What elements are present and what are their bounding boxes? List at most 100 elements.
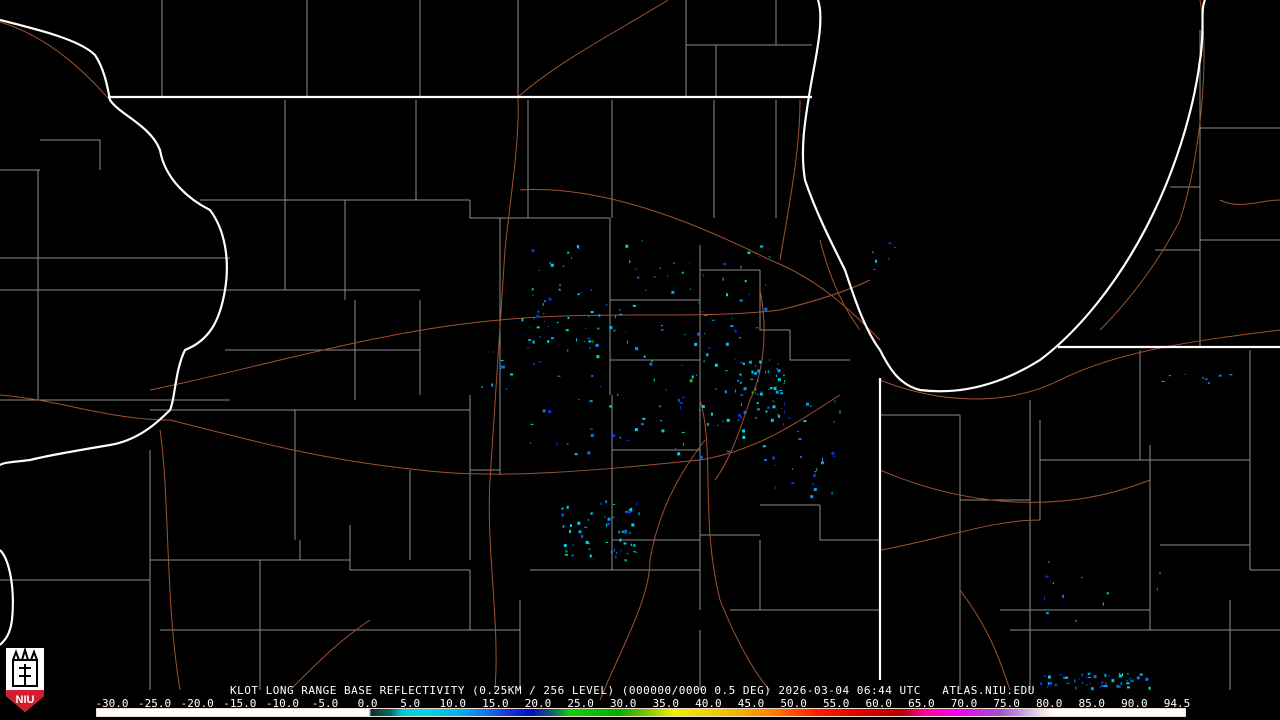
echo-pixel bbox=[681, 431, 685, 433]
echo-pixel bbox=[609, 356, 612, 358]
echo-pixel bbox=[707, 347, 711, 349]
echo-pixel bbox=[731, 317, 733, 319]
echo-pixel bbox=[740, 394, 743, 396]
echo-pixel bbox=[834, 400, 836, 403]
echo-pixel bbox=[536, 314, 540, 318]
echo-pixel bbox=[616, 551, 618, 554]
echo-pixel bbox=[722, 277, 724, 281]
radar-map[interactable] bbox=[0, 0, 1280, 720]
echo-pixel bbox=[1075, 686, 1077, 690]
echo-pixel bbox=[542, 303, 544, 307]
echo-pixel bbox=[621, 530, 624, 533]
echo-pixel bbox=[1044, 596, 1046, 600]
echo-pixel bbox=[510, 373, 514, 376]
echo-pixel bbox=[584, 526, 588, 528]
echo-pixel bbox=[873, 268, 876, 270]
echo-pixel bbox=[567, 251, 570, 254]
echo-pixel bbox=[531, 288, 534, 291]
echo-pixel bbox=[671, 290, 675, 294]
echo-pixel bbox=[833, 420, 835, 423]
echo-pixel bbox=[775, 374, 777, 377]
echo-pixel bbox=[703, 360, 705, 363]
echo-pixel bbox=[894, 246, 896, 248]
echo-pixel bbox=[595, 343, 599, 347]
echo-pixel bbox=[502, 365, 505, 369]
echo-pixel bbox=[531, 249, 535, 253]
echo-pixel bbox=[1090, 687, 1094, 691]
echo-pixel bbox=[747, 251, 751, 254]
echo-pixel bbox=[577, 521, 581, 525]
echo-pixel bbox=[589, 400, 593, 403]
echo-pixel bbox=[1054, 684, 1058, 686]
echo-pixel bbox=[734, 329, 737, 333]
echo-pixel bbox=[1126, 682, 1130, 685]
echo-pixel bbox=[625, 331, 627, 333]
echo-pixel bbox=[791, 482, 795, 485]
echo-pixel bbox=[1106, 592, 1109, 595]
echo-pixel bbox=[739, 381, 742, 384]
echo-pixel bbox=[1218, 374, 1222, 377]
echo-pixel bbox=[738, 337, 741, 339]
echo-pixel bbox=[544, 320, 546, 322]
echo-pixel bbox=[649, 362, 653, 366]
echo-pixel bbox=[779, 389, 783, 391]
echo-pixel bbox=[1089, 683, 1091, 685]
echo-pixel bbox=[532, 340, 535, 344]
radar-map-view: KLOT LONG RANGE BASE REFLECTIVITY (0.25K… bbox=[0, 0, 1280, 720]
echo-pixel bbox=[653, 276, 656, 278]
echo-pixel bbox=[761, 391, 763, 393]
echo-pixel bbox=[768, 248, 770, 250]
echo-pixel bbox=[711, 319, 715, 321]
echo-pixel bbox=[550, 337, 554, 340]
echo-pixel bbox=[813, 488, 817, 492]
echo-pixel bbox=[528, 338, 532, 341]
echo-pixel bbox=[505, 388, 508, 390]
echo-pixel bbox=[739, 373, 742, 376]
echo-pixel bbox=[599, 385, 601, 388]
echo-pixel bbox=[777, 413, 779, 415]
echo-pixel bbox=[755, 392, 757, 395]
echo-pixel bbox=[606, 523, 608, 527]
echo-pixel bbox=[588, 548, 591, 550]
echo-pixel bbox=[1103, 684, 1107, 687]
echo-pixel bbox=[699, 455, 703, 459]
echo-pixel bbox=[589, 346, 591, 349]
echo-pixel bbox=[667, 275, 669, 277]
echo-pixel bbox=[755, 252, 757, 254]
echo-pixel bbox=[773, 387, 777, 391]
echo-pixel bbox=[724, 370, 728, 372]
echo-pixel bbox=[778, 414, 781, 418]
niu-logo: NIU bbox=[4, 646, 46, 714]
echo-pixel bbox=[1168, 375, 1171, 377]
echo-pixel bbox=[642, 417, 646, 420]
echo-pixel bbox=[626, 552, 629, 554]
echo-pixel bbox=[803, 420, 807, 423]
echo-pixel bbox=[704, 314, 708, 316]
echo-pixel bbox=[620, 549, 622, 553]
echo-pixel bbox=[618, 530, 621, 534]
echo-pixel bbox=[579, 292, 583, 294]
echo-pixel bbox=[742, 362, 745, 365]
echo-pixel bbox=[613, 329, 616, 332]
echo-pixel bbox=[587, 518, 589, 521]
echo-pixel bbox=[632, 551, 636, 553]
echo-pixel bbox=[805, 402, 809, 406]
echo-pixel bbox=[772, 400, 774, 403]
echo-pixel bbox=[1202, 376, 1204, 379]
echo-pixel bbox=[702, 274, 704, 278]
echo-pixel bbox=[743, 410, 747, 414]
echo-pixel bbox=[623, 532, 627, 534]
echo-pixel bbox=[537, 310, 539, 313]
echo-pixel bbox=[675, 448, 677, 450]
echo-pixel bbox=[682, 396, 685, 399]
echo-pixel bbox=[612, 434, 616, 438]
echo-pixel bbox=[682, 442, 684, 446]
echo-pixel bbox=[704, 333, 706, 335]
echo-pixel bbox=[784, 380, 786, 383]
echo-pixel bbox=[1081, 673, 1084, 677]
echo-pixel bbox=[626, 340, 628, 344]
echo-pixel bbox=[548, 297, 552, 301]
echo-pixel bbox=[742, 394, 744, 396]
echo-pixel bbox=[619, 313, 623, 315]
echo-pixel bbox=[726, 450, 730, 452]
